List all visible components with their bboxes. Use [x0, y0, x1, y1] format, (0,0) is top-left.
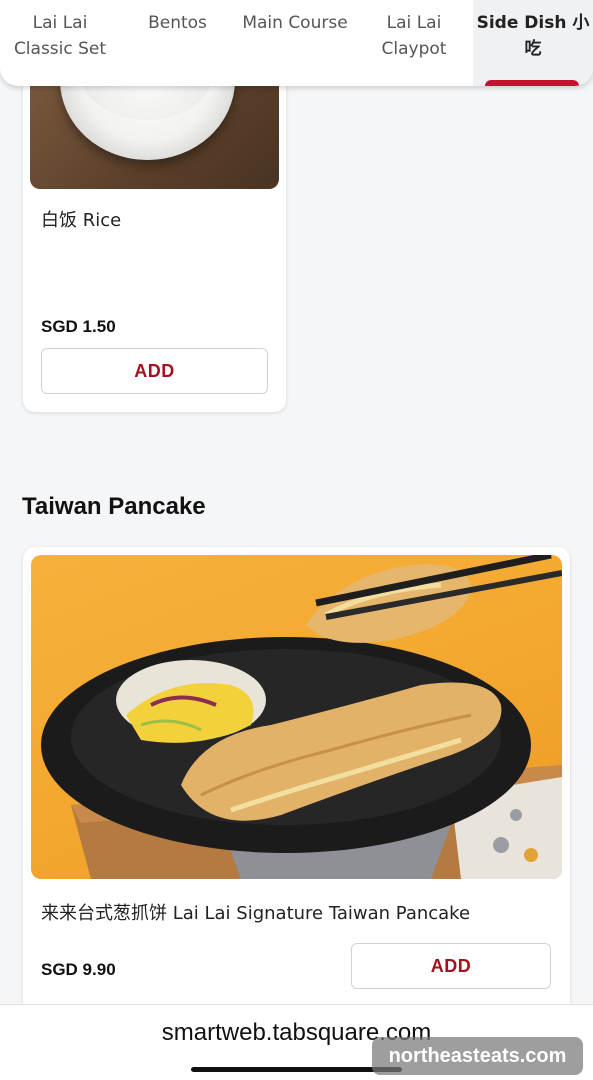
tab-label: Lai Lai Claypot: [381, 13, 447, 59]
category-tabs: Lai Lai Classic Set Bentos Main Course L…: [0, 0, 593, 86]
tab-label: Side Dish 小 吃: [476, 13, 590, 59]
add-button[interactable]: ADD: [41, 348, 268, 394]
tab-label: Main Course: [242, 13, 348, 33]
add-button[interactable]: ADD: [351, 943, 551, 989]
active-tab-indicator: [485, 80, 579, 86]
item-price: SGD 1.50: [41, 317, 116, 336]
tab-lai-lai-claypot[interactable]: Lai Lai Claypot: [355, 0, 473, 86]
menu-item-card-rice[interactable]: 白饭 Rice SGD 1.50 ADD: [23, 60, 286, 412]
menu-item-card-pancake[interactable]: 来来台式葱抓饼 Lai Lai Signature Taiwan Pancake…: [23, 547, 570, 1017]
tab-lai-lai-classic-set[interactable]: Lai Lai Classic Set: [0, 0, 120, 86]
pancake-image: [31, 555, 562, 879]
pancake-photo-illustration: [41, 555, 562, 879]
home-indicator[interactable]: [191, 1067, 402, 1072]
tab-side-dish[interactable]: Side Dish 小 吃: [473, 0, 593, 86]
item-name: 白饭 Rice: [41, 210, 122, 231]
watermark-label: northeasteats.com: [372, 1037, 583, 1075]
item-price: SGD 9.90: [41, 960, 116, 979]
tab-main-course[interactable]: Main Course: [235, 0, 355, 86]
section-title: Taiwan Pancake: [22, 493, 206, 520]
tab-label: Bentos: [148, 13, 207, 33]
tab-bentos[interactable]: Bentos: [120, 0, 235, 86]
tab-label: Lai Lai Classic Set: [13, 13, 107, 59]
item-name: 来来台式葱抓饼 Lai Lai Signature Taiwan Pancake: [41, 903, 471, 924]
